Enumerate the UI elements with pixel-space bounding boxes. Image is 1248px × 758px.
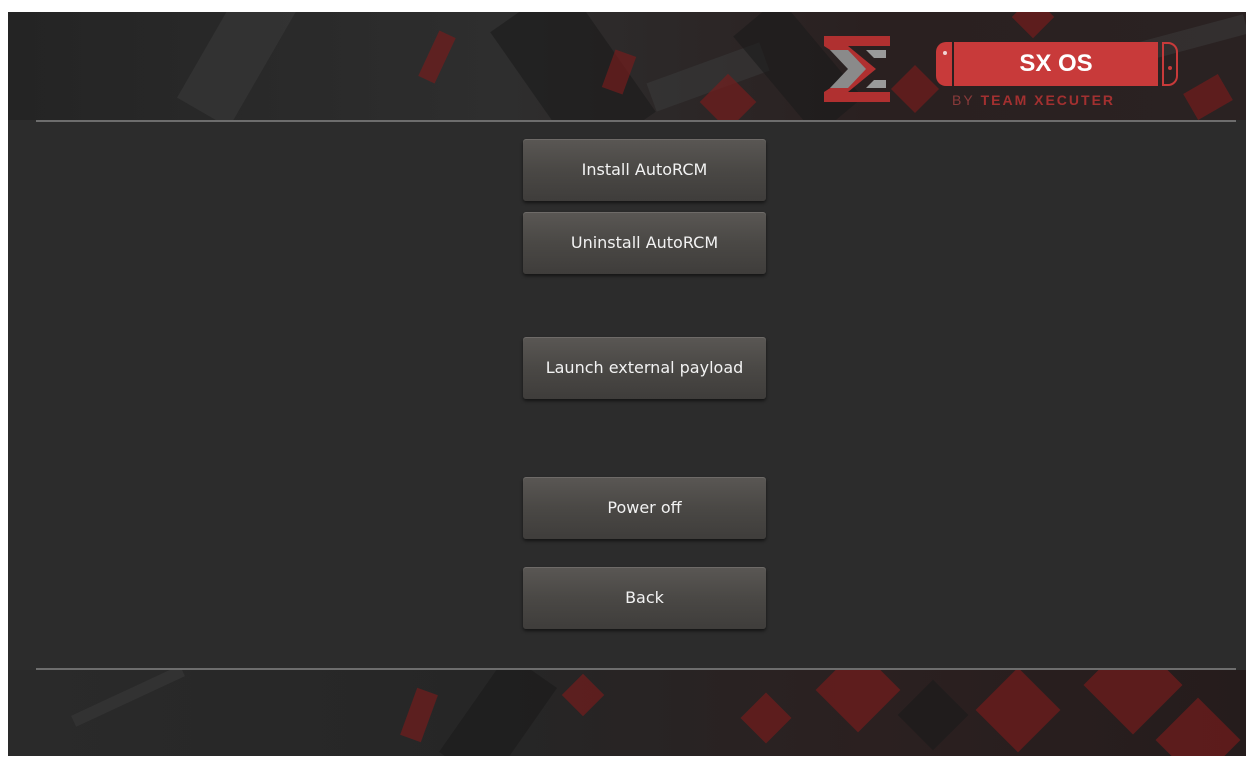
- header-divider: [36, 120, 1236, 122]
- sx-os-badge: SX OS: [936, 42, 1184, 86]
- sx-os-screen: SX OS BY TEAM XECUTER Install AutoRCM Un…: [8, 12, 1246, 756]
- uninstall-autorcm-button[interactable]: Uninstall AutoRCM: [523, 212, 766, 274]
- byline-team: TEAM XECUTER: [980, 92, 1116, 108]
- byline-prefix: BY: [952, 92, 975, 108]
- back-button[interactable]: Back: [523, 567, 766, 629]
- footer-background: [8, 670, 1246, 756]
- product-title: SX OS: [1019, 50, 1093, 77]
- team-byline: BY TEAM XECUTER: [952, 92, 1172, 108]
- launch-external-payload-button[interactable]: Launch external payload: [523, 337, 766, 399]
- sx-logo-icon: [824, 36, 890, 102]
- joycon-left-shape: [936, 42, 952, 86]
- install-autorcm-button[interactable]: Install AutoRCM: [523, 139, 766, 201]
- joycon-right-shape: [1162, 42, 1178, 86]
- power-off-button[interactable]: Power off: [523, 477, 766, 539]
